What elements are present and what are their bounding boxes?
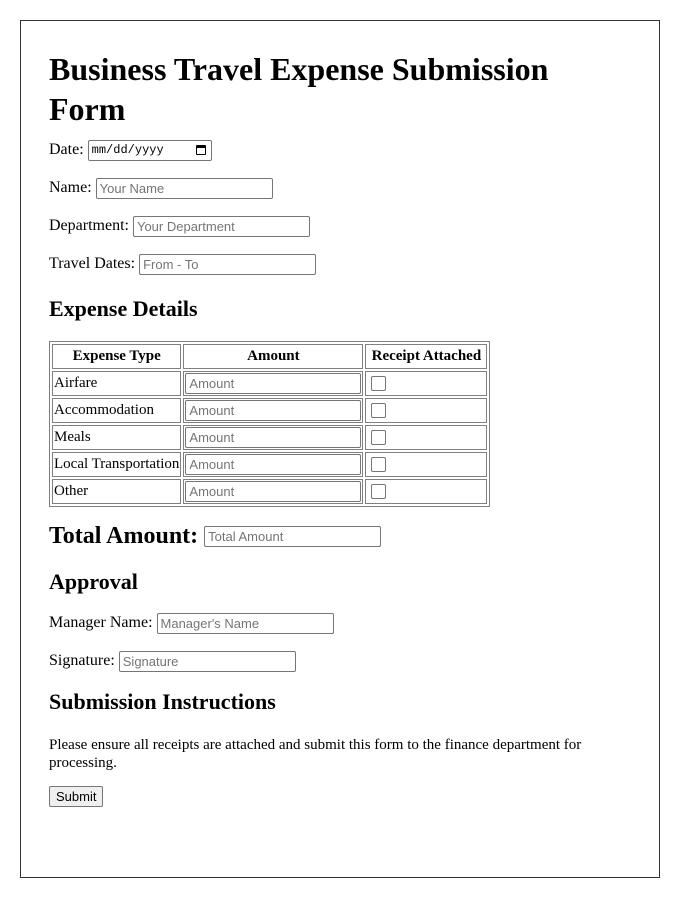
expense-type-cell: Accommodation [52, 398, 182, 423]
date-input[interactable]: mm/dd/yyyy [87, 139, 212, 161]
submit-button[interactable]: Submit [49, 786, 104, 807]
date-label: Date: [49, 141, 84, 158]
amount-input[interactable] [185, 481, 362, 502]
submission-instructions-text: Please ensure all receipts are attached … [49, 737, 582, 771]
signature-row: Signature: [49, 650, 631, 672]
receipt-checkbox[interactable] [371, 403, 387, 419]
expense-type-cell: Airfare [52, 371, 182, 396]
department-label: Department: [49, 217, 129, 234]
submission-instructions-heading: Submission Instructions [49, 689, 276, 714]
table-row: Accommodation [52, 398, 488, 423]
expense-type-cell: Local Transportation [52, 452, 182, 477]
total-row: Total Amount: [49, 523, 631, 550]
manager-name-label: Manager Name: [49, 614, 153, 631]
name-label: Name: [49, 179, 92, 196]
table-row: Local Transportation [52, 452, 488, 477]
department-row: Department: [49, 215, 631, 237]
amount-input[interactable] [185, 400, 362, 421]
amount-input[interactable] [185, 454, 362, 475]
column-header-receipt: Receipt Attached [365, 344, 488, 369]
name-row: Name: [49, 177, 631, 199]
date-row: Date: mm/dd/yyyy [49, 139, 631, 161]
amount-input[interactable] [185, 373, 362, 394]
column-header-expense-type: Expense Type [52, 344, 182, 369]
expense-type-cell: Meals [52, 425, 182, 450]
expense-type-cell: Other [52, 479, 182, 504]
receipt-checkbox[interactable] [371, 430, 387, 446]
table-header-row: Expense Type Amount Receipt Attached [52, 344, 488, 369]
table-row: Meals [52, 425, 488, 450]
travel-dates-input[interactable] [139, 253, 317, 275]
date-placeholder: mm/dd/yyyy [91, 143, 164, 157]
signature-label: Signature: [49, 652, 115, 669]
form-container: Business Travel Expense Submission Form … [20, 20, 660, 878]
column-header-amount: Amount [183, 344, 364, 369]
amount-input[interactable] [185, 427, 362, 448]
manager-row: Manager Name: [49, 612, 631, 634]
travel-dates-label: Travel Dates: [49, 255, 136, 272]
total-amount-label: Total Amount: [49, 523, 199, 549]
page-title: Business Travel Expense Submission Form [49, 51, 549, 127]
name-input[interactable] [95, 177, 273, 199]
expense-table: Expense Type Amount Receipt Attached Air… [49, 341, 491, 507]
receipt-checkbox[interactable] [371, 484, 387, 500]
calendar-icon[interactable] [195, 145, 206, 155]
signature-input[interactable] [118, 650, 296, 672]
approval-heading: Approval [49, 569, 138, 594]
department-input[interactable] [132, 215, 310, 237]
total-amount-input[interactable] [204, 526, 382, 547]
travel-dates-row: Travel Dates: [49, 253, 631, 275]
table-row: Other [52, 479, 488, 504]
receipt-checkbox[interactable] [371, 457, 387, 473]
table-row: Airfare [52, 371, 488, 396]
expense-details-heading: Expense Details [49, 296, 198, 321]
manager-name-input[interactable] [156, 612, 334, 634]
receipt-checkbox[interactable] [371, 376, 387, 392]
